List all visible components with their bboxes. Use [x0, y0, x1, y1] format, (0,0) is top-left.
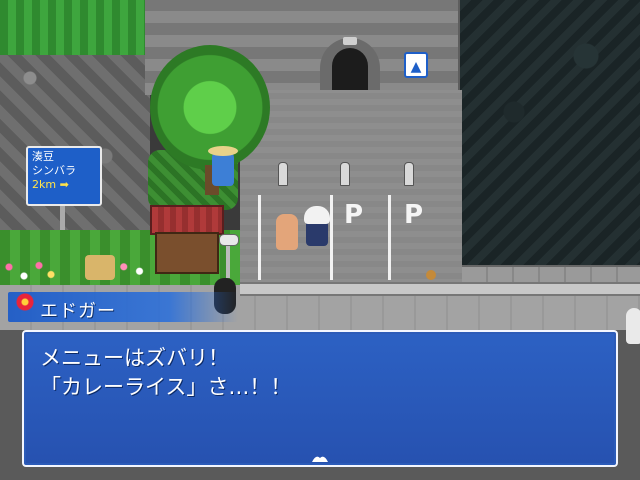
flower-bed	[0, 255, 60, 285]
road-sign-line: 湊豆	[32, 150, 54, 163]
wing-cursor-icon[interactable]	[310, 452, 330, 464]
npc-farmer[interactable]	[208, 146, 238, 186]
bollard	[278, 162, 288, 186]
dark-cliff-right	[460, 0, 640, 280]
speaker-name: エドガー	[40, 301, 116, 322]
road-sign-distance: 2km ➡	[32, 178, 69, 191]
npc-officer[interactable]	[626, 308, 640, 344]
tunnel-plaque	[343, 37, 357, 45]
tunnel-entrance	[332, 48, 368, 93]
bus-shelter-roof	[150, 205, 224, 235]
bollard	[404, 162, 414, 186]
dialog-line: メニューはズバリ！	[40, 346, 229, 370]
parking-mark: P	[344, 200, 364, 230]
player-character	[304, 206, 330, 246]
parking-line	[330, 195, 333, 280]
dialog-line: 「カレーライス」さ…！！	[40, 375, 292, 399]
bollard	[340, 162, 350, 186]
flower-icon	[16, 293, 34, 311]
grass-top-left	[0, 0, 150, 55]
bus-stop-sign	[219, 234, 239, 246]
parking-lot	[240, 90, 462, 285]
bus-shelter-bench	[155, 232, 219, 274]
guardrail	[240, 282, 640, 296]
small-animal	[426, 270, 436, 280]
sand-patch	[85, 255, 115, 280]
flower-bed	[115, 258, 150, 280]
npc-bald-man[interactable]	[276, 214, 298, 250]
bus-icon: ▲	[404, 52, 428, 78]
parking-mark: P	[404, 200, 424, 230]
parking-line	[258, 195, 261, 280]
parking-line	[388, 195, 391, 280]
road-direction-sign: 湊豆 シンバラ 2km ➡	[26, 146, 102, 206]
road-sign-line: シンバラ	[32, 164, 76, 177]
road-sign-pole	[60, 206, 65, 230]
